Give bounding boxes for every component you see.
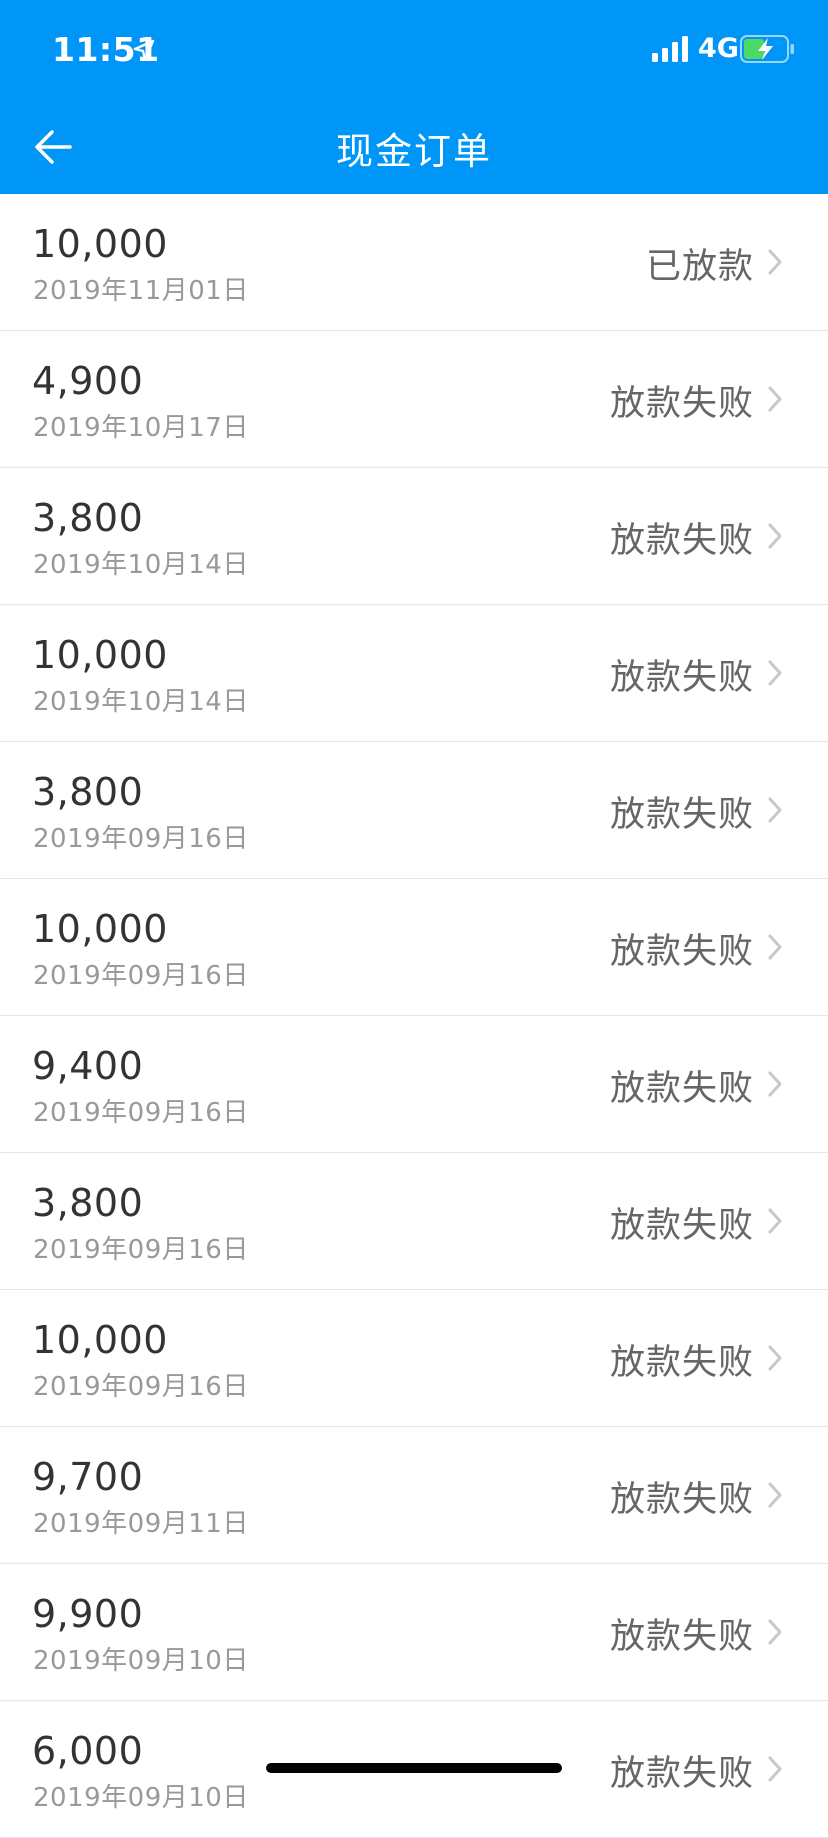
order-row[interactable]: 9,700 2019年09月11日 放款失败 [0,1427,828,1564]
order-date: 2019年11月01日 [33,276,249,306]
order-status: 放款失败 [609,932,754,972]
chevron-right-icon [768,1482,782,1508]
order-amount: 6,000 [32,1729,144,1773]
chevron-right-icon [768,660,782,686]
order-amount: 10,000 [32,907,168,951]
order-row[interactable]: 9,400 2019年09月16日 放款失败 [0,1016,828,1153]
order-amount: 10,000 [32,1318,168,1362]
order-status: 放款失败 [609,658,754,698]
order-status: 放款失败 [609,1069,754,1109]
order-amount: 10,000 [32,633,168,677]
navigation-bar: 现金订单 [0,100,828,194]
battery-charging-icon [740,35,794,63]
order-status: 放款失败 [609,1617,754,1657]
order-status: 放款失败 [609,1480,754,1520]
order-date: 2019年09月16日 [33,961,249,991]
order-row[interactable]: 10,000 2019年09月16日 放款失败 [0,879,828,1016]
location-arrow-icon [133,39,155,61]
chevron-right-icon [768,1071,782,1097]
order-amount: 9,700 [32,1455,144,1499]
chevron-right-icon [768,249,782,275]
order-date: 2019年09月10日 [33,1783,249,1813]
order-amount: 9,900 [32,1592,144,1636]
order-status: 放款失败 [609,384,754,424]
order-row[interactable]: 3,800 2019年09月16日 放款失败 [0,742,828,879]
chevron-right-icon [768,1208,782,1234]
order-row[interactable]: 10,000 2019年10月14日 放款失败 [0,605,828,742]
order-amount: 10,000 [32,222,168,266]
order-row[interactable]: 4,900 2019年10月17日 放款失败 [0,331,828,468]
order-status: 放款失败 [609,1206,754,1246]
signal-icon [652,36,688,62]
chevron-right-icon [768,523,782,549]
order-status: 放款失败 [609,1343,754,1383]
order-date: 2019年09月11日 [33,1509,249,1539]
order-date: 2019年10月14日 [33,550,249,580]
chevron-right-icon [768,797,782,823]
order-status: 放款失败 [609,1754,754,1794]
chevron-right-icon [768,934,782,960]
order-row[interactable]: 9,900 2019年09月10日 放款失败 [0,1564,828,1701]
order-date: 2019年09月16日 [33,1098,249,1128]
chevron-right-icon [768,1619,782,1645]
order-date: 2019年09月10日 [33,1646,249,1676]
order-status: 放款失败 [609,795,754,835]
order-amount: 3,800 [32,1181,144,1225]
order-status: 放款失败 [609,521,754,561]
home-indicator[interactable] [266,1763,562,1773]
app-header: 11:51 4G 现金订单 [0,0,828,194]
status-bar: 11:51 4G [0,0,828,100]
order-status: 已放款 [645,247,754,287]
order-row[interactable]: 3,800 2019年10月14日 放款失败 [0,468,828,605]
chevron-right-icon [768,386,782,412]
order-amount: 3,800 [32,770,144,814]
order-list: 10,000 2019年11月01日 已放款 4,900 2019年10月17日… [0,194,828,1838]
order-date: 2019年10月14日 [33,687,249,717]
network-type: 4G [698,33,739,64]
order-row[interactable]: 3,800 2019年09月16日 放款失败 [0,1153,828,1290]
order-date: 2019年09月16日 [33,824,249,854]
order-amount: 3,800 [32,496,144,540]
chevron-right-icon [768,1756,782,1782]
order-amount: 9,400 [32,1044,144,1088]
order-date: 2019年09月16日 [33,1235,249,1265]
order-date: 2019年09月16日 [33,1372,249,1402]
chevron-right-icon [768,1345,782,1371]
page-title: 现金订单 [336,130,492,173]
order-amount: 4,900 [32,359,144,403]
order-row[interactable]: 10,000 2019年11月01日 已放款 [0,194,828,331]
order-row[interactable]: 10,000 2019年09月16日 放款失败 [0,1290,828,1427]
order-date: 2019年10月17日 [33,413,249,443]
